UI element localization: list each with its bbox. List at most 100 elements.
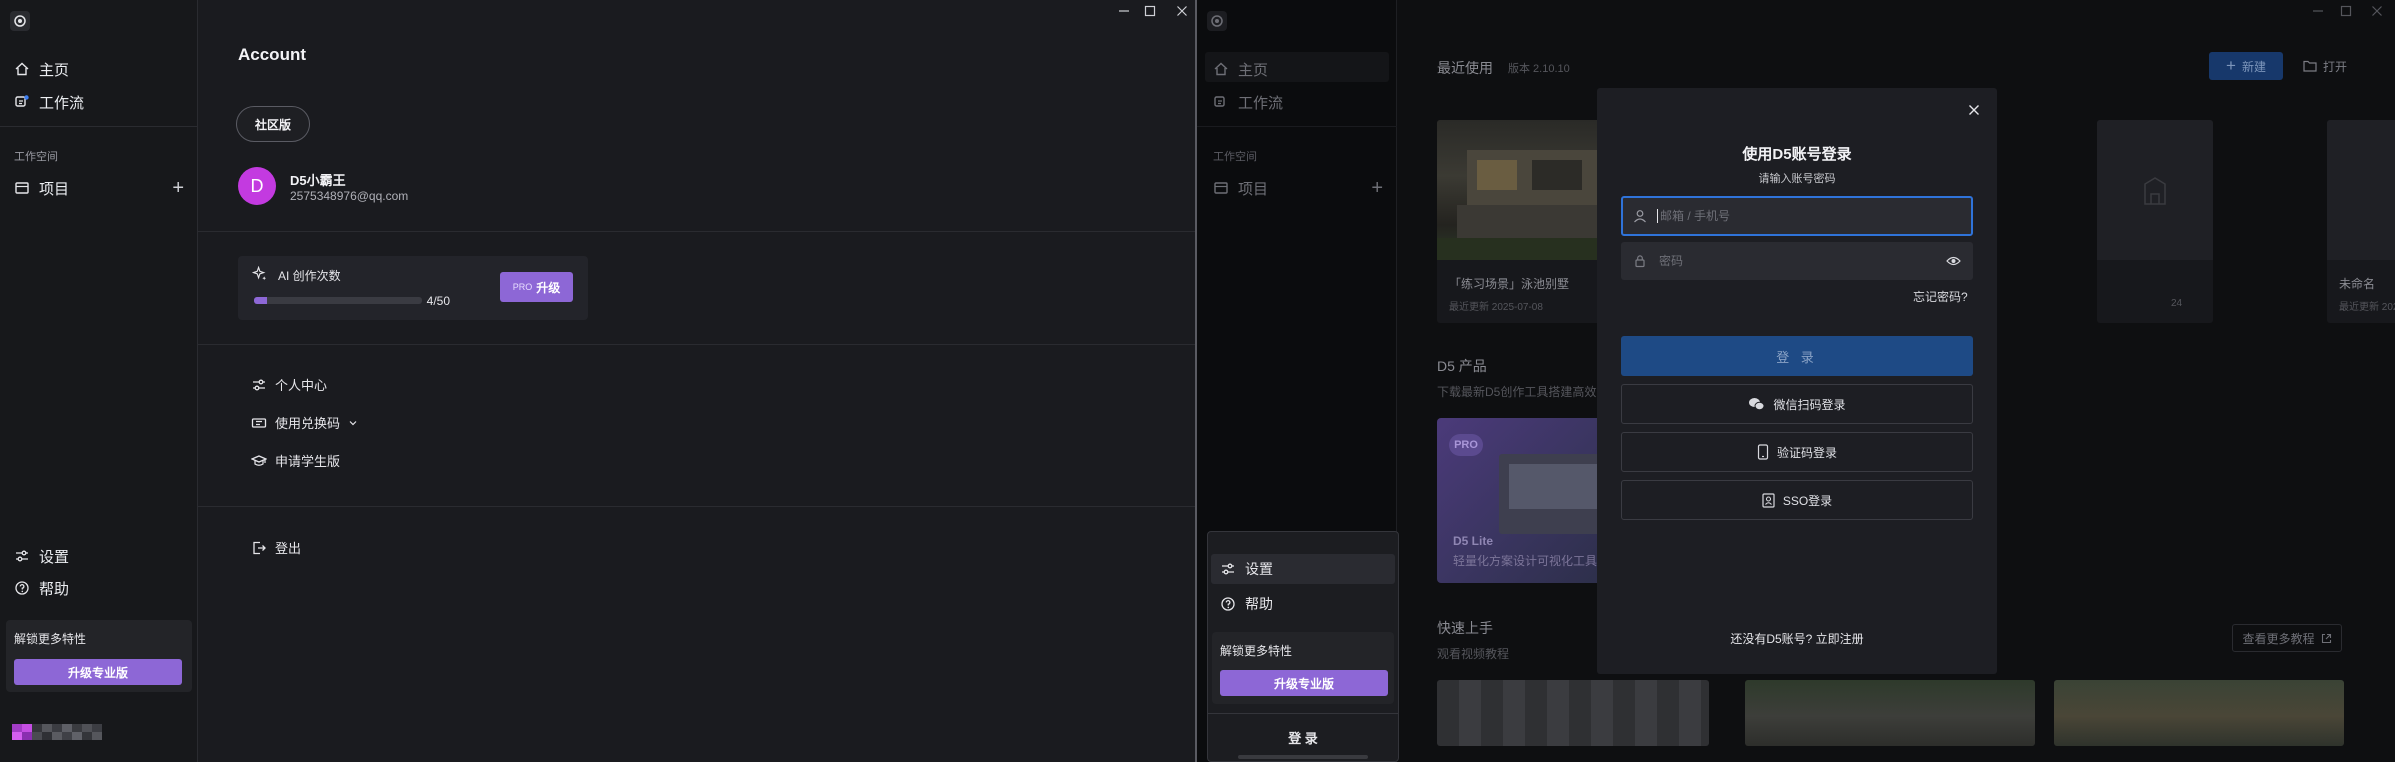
ai-credits-progress-fill	[254, 297, 268, 304]
user-email: 2575348976@qq.com	[290, 189, 409, 203]
menu-personal-center[interactable]: 个人中心	[251, 375, 327, 394]
ai-credits-title: AI 创作次数	[278, 269, 341, 283]
register-link[interactable]: 还没有D5账号? 立即注册	[1597, 630, 1997, 647]
project-thumbnail	[2097, 120, 2213, 260]
sidebar-item-label: 主页	[1238, 61, 1269, 79]
folder-icon	[15, 182, 29, 194]
sparkle-icon	[252, 266, 267, 281]
ai-credits-progress	[254, 297, 422, 304]
sidebar-item-home[interactable]: 主页	[14, 55, 69, 83]
id-badge-icon	[1762, 492, 1775, 508]
sso-login-button[interactable]: SSO登录	[1621, 480, 1973, 520]
close-window-button[interactable]	[1176, 5, 1188, 17]
workflow-icon	[15, 95, 29, 107]
menu-student-edition[interactable]: 申请学生版	[251, 451, 340, 470]
card-date: 最近更新 2025-07-08	[1449, 302, 1543, 313]
close-icon	[1969, 105, 1979, 115]
more-tutorials-button[interactable]: 查看更多教程	[2232, 624, 2342, 652]
sidebar-item-workflow[interactable]: 工作流	[1213, 88, 1283, 116]
minimize-button[interactable]	[2312, 5, 2324, 17]
modal-close-button[interactable]	[1968, 104, 1980, 116]
close-window-button[interactable]	[2371, 5, 2383, 17]
divider	[0, 126, 198, 127]
pro-upgrade-label: 升级	[536, 280, 561, 295]
product-preview-image	[1499, 454, 1602, 534]
user-name: D5小霸王	[290, 173, 346, 188]
home-icon	[1214, 62, 1228, 76]
wechat-login-button[interactable]: 微信扫码登录	[1621, 384, 1973, 424]
sidebar-item-projects[interactable]: 项目 +	[1213, 174, 1383, 202]
logo-icon	[14, 15, 26, 27]
sidebar-item-projects[interactable]: 项目 +	[14, 174, 184, 202]
open-project-button[interactable]: 打开	[2297, 52, 2353, 80]
user-avatar-blurred[interactable]	[12, 724, 102, 740]
folder-open-icon	[2303, 60, 2317, 72]
avatar[interactable]: D	[238, 167, 276, 205]
new-label: 新建	[2241, 59, 2266, 74]
password-input[interactable]	[1659, 254, 1946, 268]
card-title: 未命名	[2339, 277, 2376, 291]
login-button[interactable]: 登 录	[1621, 336, 1973, 376]
logout-button[interactable]: 登出	[251, 538, 301, 557]
minimize-button[interactable]	[1118, 5, 1130, 17]
sidebar-item-home[interactable]: 主页	[1213, 55, 1268, 83]
products-subtitle: 下载最新D5创作工具搭建高效	[1437, 385, 1597, 399]
graduation-cap-icon	[251, 454, 267, 466]
tutorial-thumbnail[interactable]	[2054, 680, 2344, 746]
upgrade-pro-button[interactable]: 升级专业版	[14, 659, 182, 685]
home-window: 主页 工作流 工作空间 项目 + 最近使用 版本 2.10.10 + 新建 打开	[1197, 0, 2395, 762]
sidebar-item-settings[interactable]: 设置	[14, 542, 69, 570]
app-logo[interactable]	[10, 11, 30, 31]
sliders-icon	[253, 379, 265, 390]
tutorial-thumbnail[interactable]	[1745, 680, 2035, 746]
d5-lite-product-card[interactable]: PRO D5 Lite 轻量化方案设计可视化工具	[1437, 418, 1602, 583]
workspace-label: 工作空间	[1213, 151, 1257, 163]
sidebar-item-label: 项目	[1238, 180, 1269, 198]
popup-login-button[interactable]: 登 录	[1208, 728, 1398, 747]
account-input[interactable]	[1660, 209, 1971, 223]
sidebar-item-label: 帮助	[39, 580, 70, 598]
card-title: 「练习场景」泳池别墅	[1449, 277, 1570, 291]
recent-project-card[interactable]: 未命名 最近更新 2025-02-27	[2327, 120, 2395, 323]
popup-settings[interactable]: 设置	[1211, 554, 1395, 584]
code-login-label: 验证码登录	[1776, 445, 1837, 460]
unlock-panel: 解锁更多特性 升级专业版	[6, 620, 192, 692]
maximize-button[interactable]	[2340, 5, 2352, 17]
menu-redeem-code[interactable]: 使用兑换码	[251, 413, 358, 432]
new-project-button[interactable]: + 新建	[2209, 52, 2283, 80]
menu-label: 使用兑换码	[275, 416, 341, 431]
wechat-icon	[1749, 398, 1765, 411]
add-project-icon[interactable]: +	[172, 178, 184, 198]
sidebar-item-workflow[interactable]: 工作流	[14, 88, 84, 116]
account-field[interactable]	[1621, 196, 1973, 236]
add-project-icon[interactable]: +	[1371, 178, 1383, 198]
menu-label: 申请学生版	[275, 454, 341, 469]
maximize-icon	[2340, 5, 2352, 17]
app-logo[interactable]	[1207, 11, 1227, 31]
help-icon	[1221, 597, 1235, 611]
sidebar-item-help[interactable]: 帮助	[14, 574, 69, 602]
tutorial-thumbnail[interactable]	[1437, 680, 1709, 746]
open-label: 打开	[2322, 59, 2347, 74]
logout-label: 登出	[275, 541, 302, 556]
logo-icon	[1211, 15, 1223, 27]
card-date: 24	[2171, 298, 2183, 309]
upgrade-pro-button[interactable]: 升级专业版	[1220, 670, 1388, 696]
pro-upgrade-button[interactable]: PRO 升级	[500, 272, 573, 302]
more-tutorials-label: 查看更多教程	[2242, 631, 2315, 646]
maximize-icon	[1144, 5, 1156, 17]
home-icon	[15, 62, 29, 76]
password-field[interactable]	[1621, 242, 1973, 280]
maximize-button[interactable]	[1144, 5, 1156, 17]
recent-project-card[interactable]: 24	[2097, 120, 2213, 323]
page-title: Account	[238, 45, 306, 64]
user-icon	[1634, 210, 1646, 223]
building-placeholder-icon	[2144, 177, 2166, 205]
folder-icon	[1214, 182, 1228, 194]
eye-icon[interactable]	[1946, 255, 1961, 267]
chevron-down-icon	[349, 420, 357, 425]
popup-help[interactable]: 帮助	[1220, 591, 1273, 617]
code-login-button[interactable]: 验证码登录	[1621, 432, 1973, 472]
forgot-password-link[interactable]: 忘记密码?	[1913, 288, 1968, 305]
quick-start-title: 快速上手	[1437, 620, 1493, 636]
